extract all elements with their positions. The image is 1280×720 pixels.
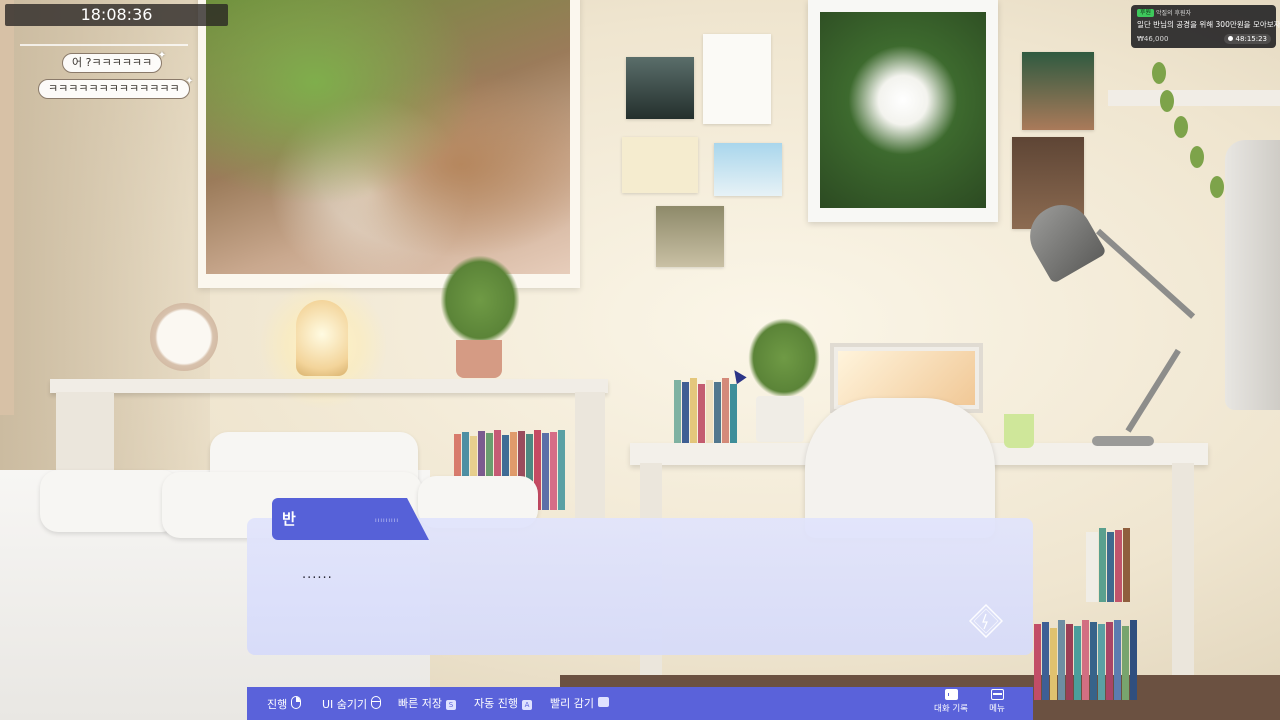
chat-bubble-icon xyxy=(944,689,958,700)
wall-shelf xyxy=(1108,90,1280,106)
fast-forward-label: 빨리 감기 xyxy=(550,697,594,710)
dialog-log-button[interactable]: 대화 기록 xyxy=(931,689,971,714)
donation-tag: 후원 xyxy=(1137,9,1155,17)
books-desk xyxy=(674,378,738,444)
donation-message: 일단 반님의 공경을 위해 300만원을 모아보자 xyxy=(1137,20,1280,29)
menu-button[interactable]: 메뉴 xyxy=(977,689,1017,714)
record-dot-icon xyxy=(1227,36,1233,41)
fast-forward-button[interactable]: 빨리 감기 xyxy=(550,696,609,711)
chat-message: ㅋㅋㅋㅋㅋㅋㅋㅋㅋㅋㅋㅋㅋ ✦ xyxy=(38,76,194,99)
vine-leaf xyxy=(1174,116,1188,138)
pot-left xyxy=(456,340,502,378)
donation-sender: 악질의 후원자 xyxy=(1156,10,1192,17)
chat-divider xyxy=(20,44,188,46)
mouse-wheel-icon xyxy=(371,696,382,709)
sparkle-icon: ✦ xyxy=(185,76,194,87)
quick-menu-bar: 진행 UI 숨기기 빠른 저장 S 자동 진행 A 빨리 감기 대화 기록 메뉴 xyxy=(247,687,1033,720)
note-card xyxy=(703,34,771,124)
donation-alert: 후원 악질의 후원자 일단 반님의 공경을 위해 300만원을 모아보자 ₩46… xyxy=(1131,5,1280,48)
speaker-subtitle: ııııııııı xyxy=(375,517,400,524)
books-bottom xyxy=(1034,620,1138,700)
donation-timer: 48:15:23 xyxy=(1223,34,1271,44)
key-ctrl-icon xyxy=(597,697,609,707)
desk-lamp-arm-2 xyxy=(1125,348,1181,433)
auto-play-label: 자동 진행 xyxy=(474,697,518,710)
vine-leaf xyxy=(1190,146,1204,168)
table-lamp xyxy=(296,300,348,376)
landscape-painting xyxy=(198,0,580,288)
vine-leaf xyxy=(1210,176,1224,198)
window-icon xyxy=(990,689,1004,700)
quick-save-button[interactable]: 빠른 저장 S xyxy=(398,696,456,711)
diamond-arrow-icon[interactable] xyxy=(969,604,1003,638)
plant-desk xyxy=(748,318,820,398)
chat-message: 어 ?ㅋㅋㅋㅋㅋㅋ ✦ xyxy=(62,50,166,73)
donation-timer-text: 48:15:23 xyxy=(1235,35,1267,43)
photo-cafe xyxy=(626,57,694,119)
dialog-log-label: 대화 기록 xyxy=(934,704,968,714)
alarm-clock xyxy=(150,303,218,371)
speaker-name: 반 xyxy=(282,510,296,528)
photo-city xyxy=(714,143,782,196)
desk-lamp-arm xyxy=(1095,228,1196,319)
cup xyxy=(1004,414,1034,448)
desk-lamp-base xyxy=(1092,436,1154,446)
chat-message-text: ㅋㅋㅋㅋㅋㅋㅋㅋㅋㅋㅋㅋㅋ xyxy=(48,82,180,95)
wall-edge xyxy=(0,0,14,415)
chair xyxy=(805,398,995,538)
vine-leaf xyxy=(1160,90,1174,112)
bed-shelf xyxy=(50,379,608,393)
donation-amount: ₩46,000 xyxy=(1137,35,1169,43)
advance-label: 진행 xyxy=(267,698,288,711)
hide-ui-button[interactable]: UI 숨기기 xyxy=(322,696,382,711)
quick-save-label: 빠른 저장 xyxy=(398,697,442,710)
speaker-name-tag: 반 ııııııııı xyxy=(272,498,429,540)
hide-ui-label: UI 숨기기 xyxy=(322,698,368,711)
key-a-icon: A xyxy=(521,700,532,710)
coat xyxy=(1225,140,1280,410)
stream-clock: 18:08:36 xyxy=(5,4,228,26)
photo-interior xyxy=(1022,52,1094,130)
note-card-2 xyxy=(622,137,698,193)
key-s-icon: S xyxy=(445,700,456,710)
sparkle-icon: ✦ xyxy=(157,50,167,61)
chat-message-text: 어 ?ㅋㅋㅋㅋㅋㅋ xyxy=(72,56,153,69)
lily-painting xyxy=(808,0,998,222)
plant-left xyxy=(440,255,520,345)
advance-button[interactable]: 진행 xyxy=(267,696,302,711)
vine-leaf xyxy=(1152,62,1166,84)
dialog-line: ...... xyxy=(302,567,333,582)
pillow-left xyxy=(40,470,180,532)
auto-play-button[interactable]: 자동 진행 A xyxy=(474,696,532,711)
photo-shop xyxy=(656,206,724,267)
shelf-leg-right xyxy=(575,392,605,522)
menu-label: 메뉴 xyxy=(989,704,1005,714)
mouse-click-icon xyxy=(291,696,302,709)
books-lower xyxy=(1086,528,1131,602)
pot-desk xyxy=(756,396,804,442)
